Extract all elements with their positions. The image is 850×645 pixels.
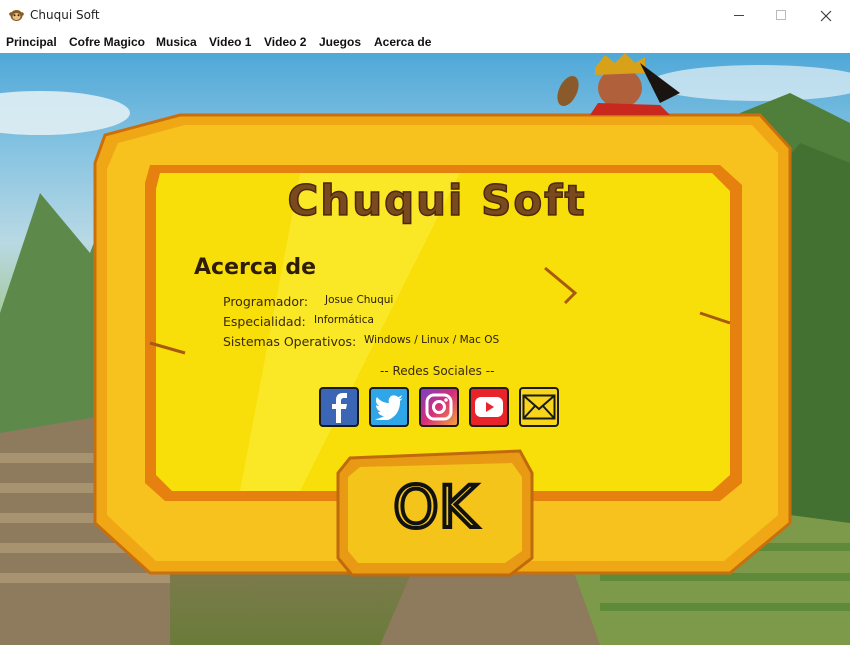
specialty-value: Informática bbox=[314, 314, 374, 326]
title-bar: Chuqui Soft bbox=[0, 0, 850, 31]
maximize-button[interactable] bbox=[758, 0, 804, 31]
minimize-icon bbox=[733, 15, 744, 16]
email-button[interactable] bbox=[519, 387, 559, 427]
menu-musica[interactable]: Musica bbox=[156, 35, 197, 49]
inca-warrior-image bbox=[557, 53, 680, 115]
menu-acerca-de[interactable]: Acerca de bbox=[374, 35, 431, 49]
facebook-icon bbox=[332, 393, 347, 423]
youtube-button[interactable] bbox=[469, 387, 509, 427]
window-title: Chuqui Soft bbox=[30, 8, 100, 22]
monkey-icon bbox=[9, 10, 24, 21]
about-scene: Chuqui Soft Acerca de Programador: Josue… bbox=[0, 53, 850, 645]
maximize-icon bbox=[775, 10, 786, 20]
minimize-button[interactable] bbox=[716, 0, 762, 31]
programmer-label: Programador: bbox=[223, 294, 309, 309]
close-button[interactable] bbox=[803, 0, 849, 31]
ok-button-label: OK bbox=[391, 471, 481, 543]
menu-video-1[interactable]: Video 1 bbox=[209, 35, 251, 49]
os-label: Sistemas Operativos: bbox=[223, 334, 357, 349]
facebook-button[interactable] bbox=[319, 387, 359, 427]
close-icon bbox=[820, 10, 832, 21]
menu-video-2[interactable]: Video 2 bbox=[264, 35, 306, 49]
specialty-label: Especialidad: bbox=[223, 314, 306, 329]
email-icon bbox=[522, 394, 556, 420]
social-heading: -- Redes Sociales -- bbox=[380, 364, 495, 378]
menu-juegos[interactable]: Juegos bbox=[319, 35, 361, 49]
instagram-icon bbox=[425, 393, 453, 421]
twitter-button[interactable] bbox=[369, 387, 409, 427]
logo-text: Chuqui Soft bbox=[287, 176, 586, 225]
menu-cofre-magico[interactable]: Cofre Magico bbox=[69, 35, 145, 49]
menu-principal[interactable]: Principal bbox=[6, 35, 57, 49]
ok-button[interactable]: OK bbox=[335, 447, 535, 575]
menu-bar: Principal Cofre Magico Musica Video 1 Vi… bbox=[0, 31, 850, 53]
instagram-button[interactable] bbox=[419, 387, 459, 427]
os-value: Windows / Linux / Mac OS bbox=[364, 334, 500, 346]
youtube-icon bbox=[475, 397, 503, 417]
ok-text: OK bbox=[393, 473, 479, 541]
programmer-value: Josue Chuqui bbox=[325, 294, 394, 306]
about-heading: Acerca de bbox=[194, 255, 317, 280]
twitter-icon bbox=[375, 395, 403, 420]
